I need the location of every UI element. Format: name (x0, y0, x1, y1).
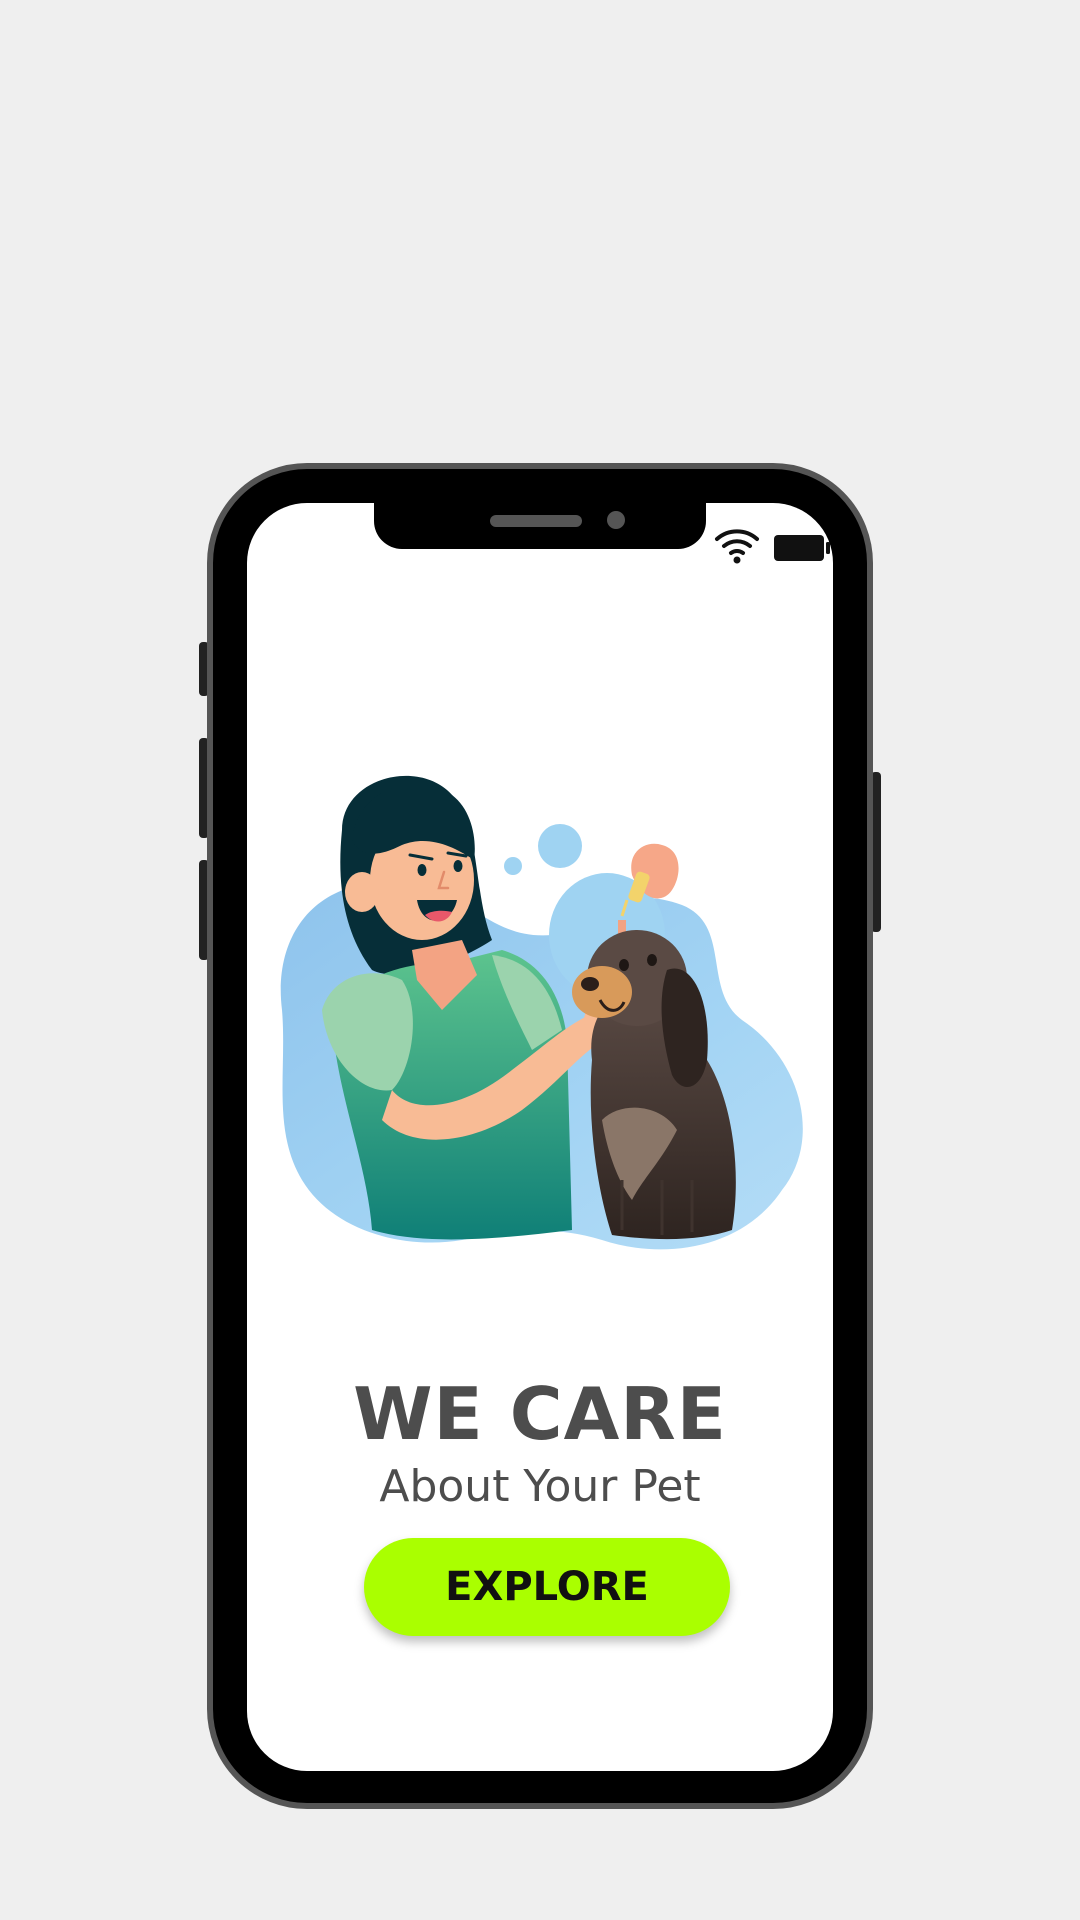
page-subtitle: About Your Pet (379, 1461, 701, 1512)
front-camera (607, 511, 625, 529)
battery-icon (774, 535, 830, 561)
speaker-grille (490, 515, 582, 527)
explore-button[interactable]: EXPLORE (364, 1538, 730, 1636)
page-title: WE CARE (353, 1372, 727, 1456)
pet-care-illustration (280, 775, 803, 1250)
stage: WE CARE About Your Pet EXPLORE (0, 0, 1080, 1920)
wifi-icon (715, 529, 759, 564)
